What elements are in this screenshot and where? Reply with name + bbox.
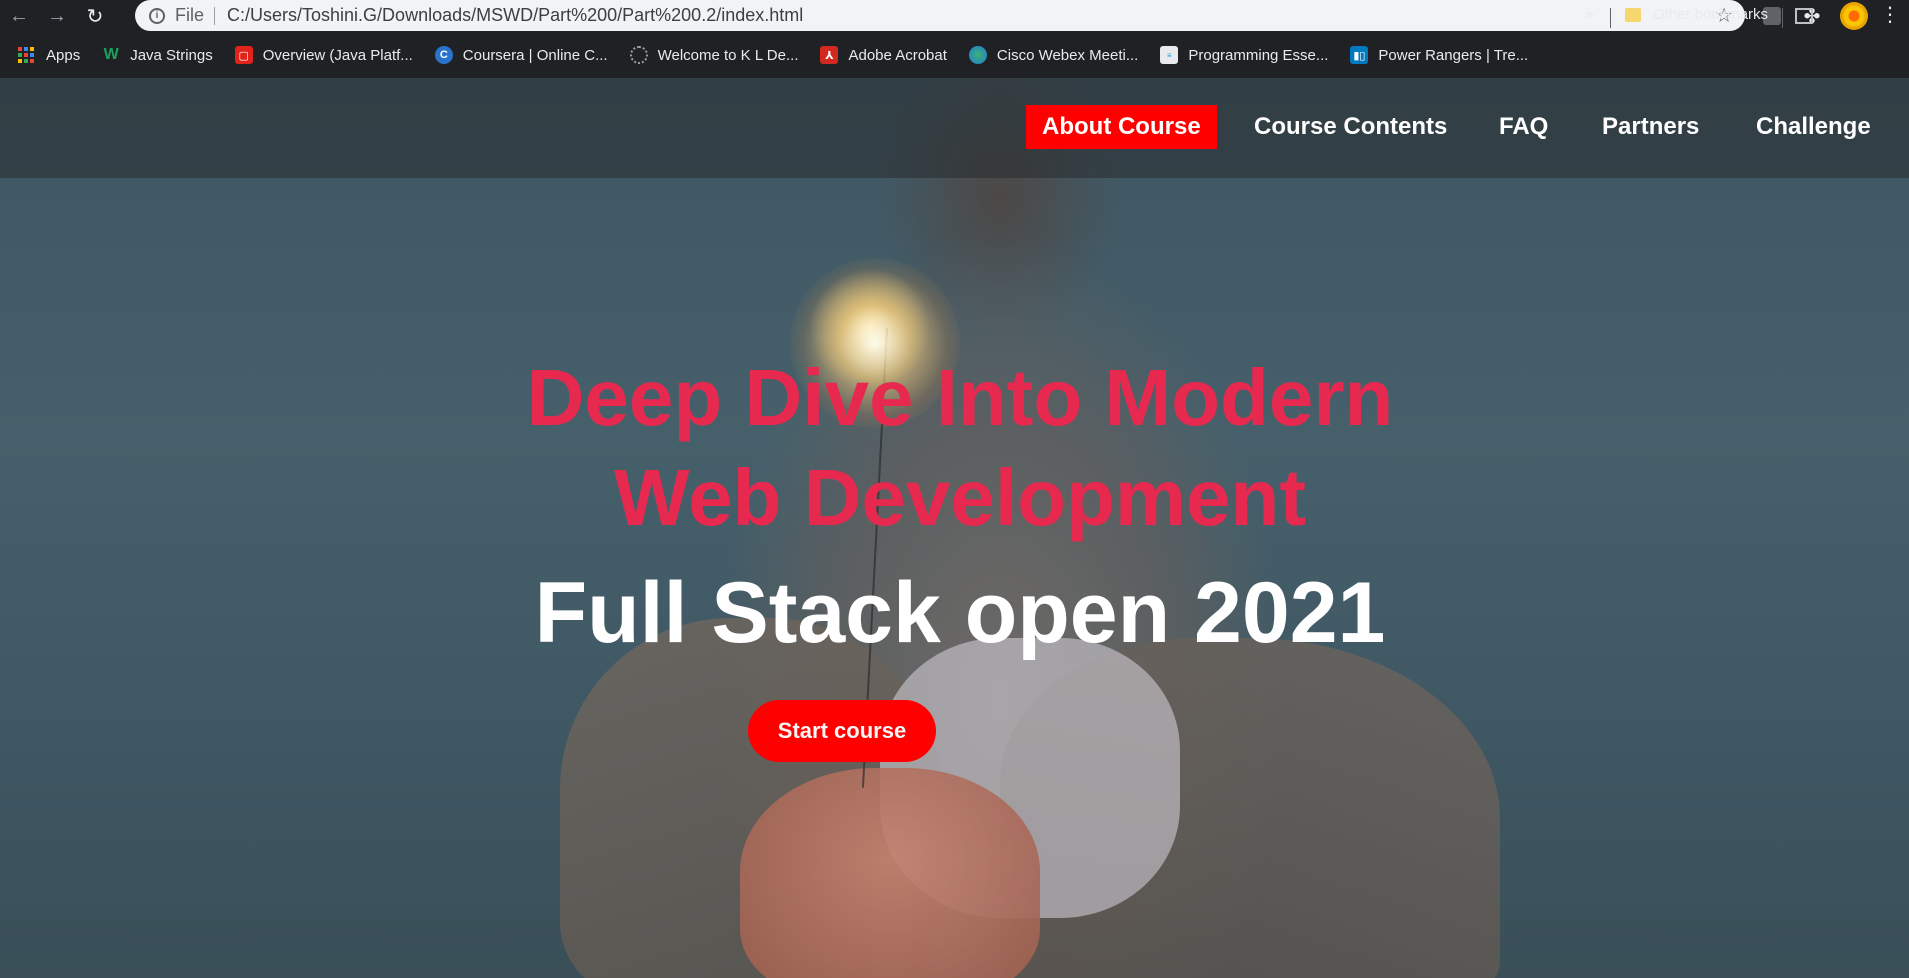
reload-button[interactable]: ↻: [76, 1, 114, 31]
apps-grid-icon: [18, 47, 34, 63]
bookmark-java-overview[interactable]: ▢ Overview (Java Platf...: [234, 46, 413, 64]
bookmark-label: Welcome to K L De...: [657, 46, 799, 64]
bookmark-label: Overview (Java Platf...: [262, 46, 413, 64]
coursera-icon: C: [434, 46, 453, 64]
other-bookmarks-label: Other bookmarks: [1653, 6, 1769, 23]
bookmark-label: Coursera | Online C...: [462, 46, 608, 64]
bookmark-label: Cisco Webex Meeti...: [996, 46, 1139, 64]
hero-title-line: Web Development: [614, 453, 1306, 542]
browser-menu-icon[interactable]: ⋮: [1880, 2, 1900, 30]
nav-faq[interactable]: FAQ: [1483, 105, 1564, 149]
divider: [1782, 8, 1783, 28]
scheme-label: File: [175, 5, 205, 25]
hero-title-line: Deep Dive Into Modern: [526, 353, 1394, 442]
bookmark-label: Programming Esse...: [1188, 46, 1329, 64]
divider: [214, 6, 216, 25]
divider: [1610, 8, 1611, 28]
more-bookmarks-button[interactable]: »: [1585, 6, 1594, 24]
bookmark-webex[interactable]: Cisco Webex Meeti...: [968, 46, 1139, 64]
nav-challenge[interactable]: Challenge: [1740, 105, 1887, 149]
w-logo-icon: W: [103, 46, 119, 63]
background-image-part: [740, 768, 1040, 978]
bookmark-label: Power Rangers | Tre...: [1378, 46, 1529, 64]
bookmark-coursera[interactable]: C Coursera | Online C...: [434, 46, 608, 64]
trello-icon: ▮▯: [1350, 46, 1369, 64]
site-navbar: About Course Course Contents FAQ Partner…: [0, 78, 1909, 178]
bookmarks-bar: Apps W Java Strings ▢ Overview (Java Pla…: [0, 38, 1909, 72]
reading-list-icon[interactable]: [1795, 8, 1813, 24]
loading-icon: [629, 46, 648, 64]
other-bookmarks-button[interactable]: Other bookmarks: [1625, 6, 1768, 23]
hero-subtitle: Full Stack open 2021: [534, 565, 1386, 661]
arrow-left-icon: ←: [9, 4, 29, 27]
bookmark-apps[interactable]: Apps: [18, 47, 80, 64]
nav-course-contents[interactable]: Course Contents: [1238, 105, 1463, 149]
url-text[interactable]: C:/Users/Toshini.G/Downloads/MSWD/Part%2…: [227, 5, 803, 26]
back-button[interactable]: ←: [0, 1, 38, 31]
bookmark-acrobat[interactable]: ⅄ Adobe Acrobat: [820, 46, 947, 64]
web-page: About Course Course Contents FAQ Partner…: [0, 78, 1909, 978]
browser-chrome: ← → ↻ i File C:/Users/Toshini.G/Download…: [0, 0, 1909, 78]
arrow-right-icon: →: [47, 4, 67, 27]
forward-button[interactable]: →: [38, 1, 76, 31]
bookmark-kl[interactable]: Welcome to K L De...: [629, 46, 799, 64]
folder-icon: [1625, 7, 1641, 22]
start-course-button[interactable]: Start course: [748, 700, 936, 762]
nav-partners[interactable]: Partners: [1586, 105, 1715, 149]
browser-toolbar: ← → ↻ i File C:/Users/Toshini.G/Download…: [0, 0, 1909, 32]
profile-avatar[interactable]: [1840, 2, 1868, 30]
hero-title: Deep Dive Into Modern Web Development: [400, 348, 1520, 548]
info-icon[interactable]: i: [149, 7, 165, 24]
bookmark-label: Adobe Acrobat: [848, 46, 947, 64]
bookmark-label: Java Strings: [130, 46, 213, 64]
webex-icon: [968, 46, 987, 64]
nav-about-course[interactable]: About Course: [1026, 105, 1217, 149]
reload-icon: ↻: [86, 5, 104, 28]
bookmark-java-strings[interactable]: W Java Strings: [102, 46, 213, 64]
bookmark-trello[interactable]: ▮▯ Power Rangers | Tre...: [1350, 46, 1528, 64]
address-bar[interactable]: i File C:/Users/Toshini.G/Downloads/MSWD…: [135, 0, 1745, 31]
cisco-icon: ≡: [1160, 46, 1179, 64]
oracle-icon: ▢: [234, 46, 253, 64]
bookmark-programming[interactable]: ≡ Programming Esse...: [1160, 46, 1328, 64]
bookmark-label: Apps: [46, 46, 81, 64]
acrobat-icon: ⅄: [820, 46, 839, 64]
